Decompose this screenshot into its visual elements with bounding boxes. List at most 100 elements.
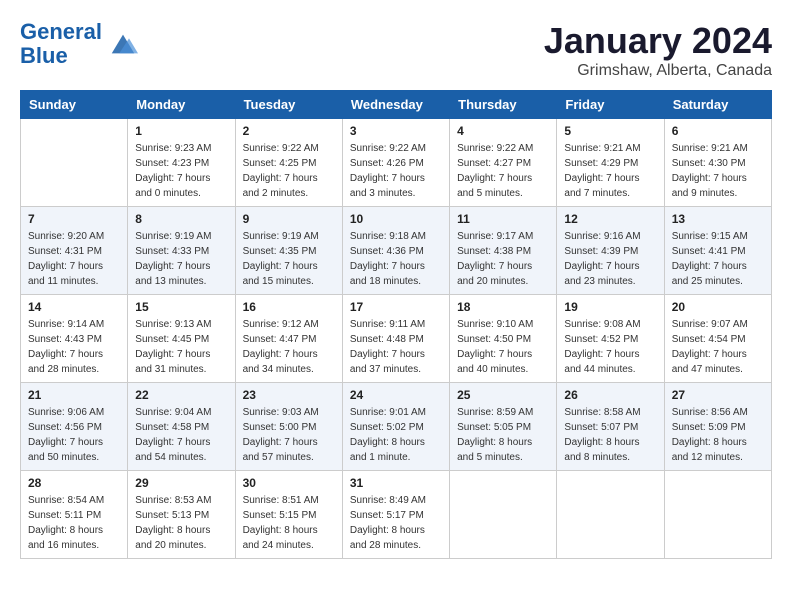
calendar-cell: 24 Sunrise: 9:01 AM Sunset: 5:02 PM Dayli… (342, 383, 449, 471)
day-info: Sunrise: 9:20 AM Sunset: 4:31 PM Dayligh… (28, 229, 120, 289)
day-number: 28 (28, 476, 120, 490)
day-number: 11 (457, 212, 549, 226)
day-number: 16 (243, 300, 335, 314)
calendar-cell: 30 Sunrise: 8:51 AM Sunset: 5:15 PM Dayli… (235, 471, 342, 559)
day-info: Sunrise: 9:04 AM Sunset: 4:58 PM Dayligh… (135, 405, 227, 465)
logo-text: GeneralBlue (20, 20, 102, 68)
day-number: 25 (457, 388, 549, 402)
day-number: 29 (135, 476, 227, 490)
day-number: 22 (135, 388, 227, 402)
column-header-wednesday: Wednesday (342, 91, 449, 119)
calendar-week-row: 14 Sunrise: 9:14 AM Sunset: 4:43 PM Dayli… (21, 295, 772, 383)
calendar-cell: 5 Sunrise: 9:21 AM Sunset: 4:29 PM Daylig… (557, 119, 664, 207)
calendar-cell: 13 Sunrise: 9:15 AM Sunset: 4:41 PM Dayli… (664, 207, 771, 295)
logo: GeneralBlue (20, 20, 138, 68)
day-info: Sunrise: 9:10 AM Sunset: 4:50 PM Dayligh… (457, 317, 549, 377)
main-title: January 2024 (544, 20, 772, 62)
calendar-cell: 28 Sunrise: 8:54 AM Sunset: 5:11 PM Dayli… (21, 471, 128, 559)
day-number: 19 (564, 300, 656, 314)
calendar-cell: 29 Sunrise: 8:53 AM Sunset: 5:13 PM Dayli… (128, 471, 235, 559)
calendar-cell: 20 Sunrise: 9:07 AM Sunset: 4:54 PM Dayli… (664, 295, 771, 383)
day-info: Sunrise: 9:22 AM Sunset: 4:27 PM Dayligh… (457, 141, 549, 201)
day-number: 9 (243, 212, 335, 226)
day-number: 27 (672, 388, 764, 402)
calendar-cell: 15Sunrise: 9:13 AM Sunset: 4:45 PM Dayli… (128, 295, 235, 383)
calendar-table: SundayMondayTuesdayWednesdayThursdayFrid… (20, 90, 772, 559)
column-header-monday: Monday (128, 91, 235, 119)
calendar-cell: 27 Sunrise: 8:56 AM Sunset: 5:09 PM Dayli… (664, 383, 771, 471)
day-number: 31 (350, 476, 442, 490)
day-info: Sunrise: 9:16 AM Sunset: 4:39 PM Dayligh… (564, 229, 656, 289)
day-number: 8 (135, 212, 227, 226)
day-number: 20 (672, 300, 764, 314)
day-info: Sunrise: 9:03 AM Sunset: 5:00 PM Dayligh… (243, 405, 335, 465)
title-block: January 2024 Grimshaw, Alberta, Canada (544, 20, 772, 80)
calendar-cell: 17Sunrise: 9:11 AM Sunset: 4:48 PM Dayli… (342, 295, 449, 383)
day-number: 14 (28, 300, 120, 314)
day-number: 18 (457, 300, 549, 314)
calendar-week-row: 28 Sunrise: 8:54 AM Sunset: 5:11 PM Dayli… (21, 471, 772, 559)
logo-icon (108, 29, 138, 59)
calendar-cell: 25Sunrise: 8:59 AM Sunset: 5:05 PM Dayli… (450, 383, 557, 471)
day-info: Sunrise: 9:07 AM Sunset: 4:54 PM Dayligh… (672, 317, 764, 377)
calendar-week-row: 7 Sunrise: 9:20 AM Sunset: 4:31 PM Daylig… (21, 207, 772, 295)
day-number: 1 (135, 124, 227, 138)
calendar-cell: 7 Sunrise: 9:20 AM Sunset: 4:31 PM Daylig… (21, 207, 128, 295)
column-header-tuesday: Tuesday (235, 91, 342, 119)
day-info: Sunrise: 9:21 AM Sunset: 4:30 PM Dayligh… (672, 141, 764, 201)
day-info: Sunrise: 9:08 AM Sunset: 4:52 PM Dayligh… (564, 317, 656, 377)
day-info: Sunrise: 9:17 AM Sunset: 4:38 PM Dayligh… (457, 229, 549, 289)
calendar-cell: 3Sunrise: 9:22 AM Sunset: 4:26 PM Daylig… (342, 119, 449, 207)
calendar-header-row: SundayMondayTuesdayWednesdayThursdayFrid… (21, 91, 772, 119)
day-number: 23 (243, 388, 335, 402)
day-number: 6 (672, 124, 764, 138)
day-info: Sunrise: 9:23 AM Sunset: 4:23 PM Dayligh… (135, 141, 227, 201)
calendar-cell: 10 Sunrise: 9:18 AM Sunset: 4:36 PM Dayli… (342, 207, 449, 295)
day-number: 5 (564, 124, 656, 138)
calendar-cell: 11 Sunrise: 9:17 AM Sunset: 4:38 PM Dayli… (450, 207, 557, 295)
day-info: Sunrise: 9:21 AM Sunset: 4:29 PM Dayligh… (564, 141, 656, 201)
calendar-cell (557, 471, 664, 559)
column-header-saturday: Saturday (664, 91, 771, 119)
day-info: Sunrise: 9:11 AM Sunset: 4:48 PM Dayligh… (350, 317, 442, 377)
day-info: Sunrise: 9:01 AM Sunset: 5:02 PM Dayligh… (350, 405, 442, 465)
day-info: Sunrise: 9:18 AM Sunset: 4:36 PM Dayligh… (350, 229, 442, 289)
calendar-cell: 19 Sunrise: 9:08 AM Sunset: 4:52 PM Dayli… (557, 295, 664, 383)
day-info: Sunrise: 8:53 AM Sunset: 5:13 PM Dayligh… (135, 493, 227, 553)
day-info: Sunrise: 8:54 AM Sunset: 5:11 PM Dayligh… (28, 493, 120, 553)
calendar-cell: 18 Sunrise: 9:10 AM Sunset: 4:50 PM Dayli… (450, 295, 557, 383)
day-info: Sunrise: 9:19 AM Sunset: 4:35 PM Dayligh… (243, 229, 335, 289)
day-number: 4 (457, 124, 549, 138)
column-header-sunday: Sunday (21, 91, 128, 119)
day-number: 30 (243, 476, 335, 490)
day-number: 13 (672, 212, 764, 226)
calendar-week-row: 21Sunrise: 9:06 AM Sunset: 4:56 PM Dayli… (21, 383, 772, 471)
day-number: 15 (135, 300, 227, 314)
day-info: Sunrise: 9:15 AM Sunset: 4:41 PM Dayligh… (672, 229, 764, 289)
day-info: Sunrise: 9:19 AM Sunset: 4:33 PM Dayligh… (135, 229, 227, 289)
calendar-cell: 8 Sunrise: 9:19 AM Sunset: 4:33 PM Daylig… (128, 207, 235, 295)
day-info: Sunrise: 9:12 AM Sunset: 4:47 PM Dayligh… (243, 317, 335, 377)
calendar-cell: 14 Sunrise: 9:14 AM Sunset: 4:43 PM Dayli… (21, 295, 128, 383)
subtitle: Grimshaw, Alberta, Canada (544, 62, 772, 80)
day-info: Sunrise: 8:51 AM Sunset: 5:15 PM Dayligh… (243, 493, 335, 553)
calendar-cell: 21Sunrise: 9:06 AM Sunset: 4:56 PM Dayli… (21, 383, 128, 471)
day-info: Sunrise: 8:56 AM Sunset: 5:09 PM Dayligh… (672, 405, 764, 465)
column-header-thursday: Thursday (450, 91, 557, 119)
calendar-cell: 4 Sunrise: 9:22 AM Sunset: 4:27 PM Daylig… (450, 119, 557, 207)
column-header-friday: Friday (557, 91, 664, 119)
day-number: 12 (564, 212, 656, 226)
day-number: 3 (350, 124, 442, 138)
day-info: Sunrise: 8:49 AM Sunset: 5:17 PM Dayligh… (350, 493, 442, 553)
day-number: 7 (28, 212, 120, 226)
calendar-cell: 12 Sunrise: 9:16 AM Sunset: 4:39 PM Dayli… (557, 207, 664, 295)
day-number: 10 (350, 212, 442, 226)
calendar-cell: 22 Sunrise: 9:04 AM Sunset: 4:58 PM Dayli… (128, 383, 235, 471)
day-info: Sunrise: 8:58 AM Sunset: 5:07 PM Dayligh… (564, 405, 656, 465)
day-number: 21 (28, 388, 120, 402)
calendar-cell (450, 471, 557, 559)
calendar-week-row: 1 Sunrise: 9:23 AM Sunset: 4:23 PM Daylig… (21, 119, 772, 207)
day-number: 24 (350, 388, 442, 402)
day-number: 26 (564, 388, 656, 402)
day-info: Sunrise: 9:14 AM Sunset: 4:43 PM Dayligh… (28, 317, 120, 377)
